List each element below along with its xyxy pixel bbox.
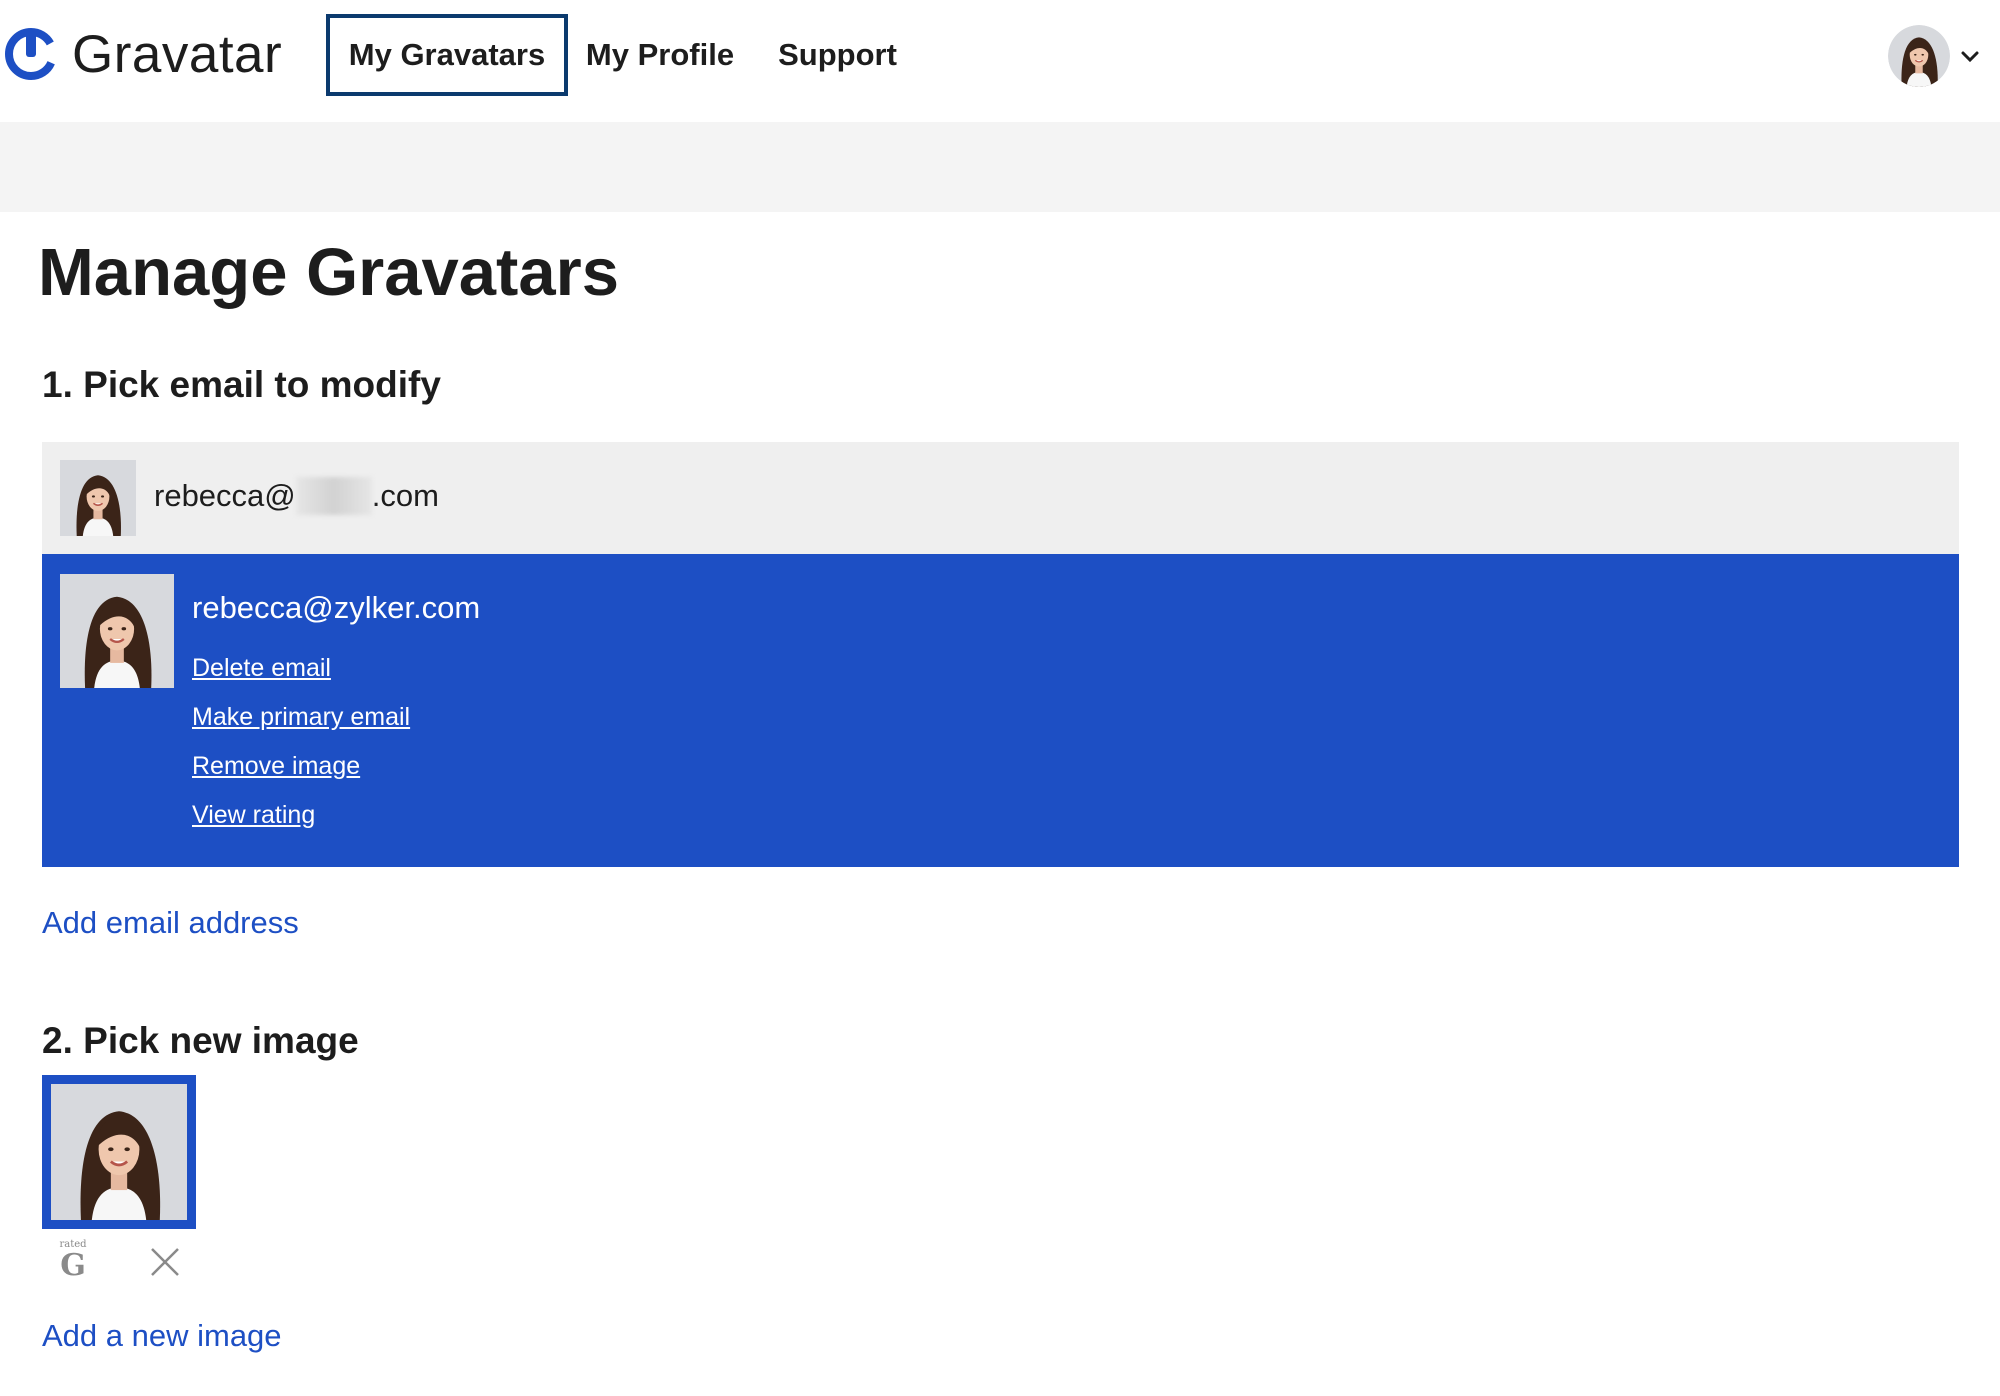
email-row[interactable]: rebecca@ .com <box>42 442 1959 554</box>
gravatar-logo[interactable]: Gravatar <box>4 24 282 84</box>
close-icon[interactable] <box>148 1245 182 1279</box>
nav-my-profile[interactable]: My Profile <box>580 14 740 96</box>
user-avatar <box>1888 25 1950 87</box>
header-spacer-band <box>0 122 2000 212</box>
delete-email-link[interactable]: Delete email <box>192 654 331 683</box>
gravatar-logo-icon <box>5 28 57 80</box>
view-rating-link[interactable]: View rating <box>192 801 315 830</box>
add-email-address-link[interactable]: Add email address <box>42 905 299 941</box>
nav-support[interactable]: Support <box>770 14 905 96</box>
add-new-image-link[interactable]: Add a new image <box>42 1318 282 1354</box>
email-address: rebecca@ .com <box>154 476 439 515</box>
email-address: rebecca@zylker.com <box>192 590 481 625</box>
section-pick-email-title: 1. Pick email to modify <box>42 364 441 405</box>
obscured-domain <box>295 476 372 515</box>
email-row-selected[interactable]: rebecca@zylker.com Delete email Make pri… <box>42 554 1959 867</box>
email-avatar-thumbnail <box>60 574 174 688</box>
chevron-down-icon <box>1961 51 1979 63</box>
remove-image-link[interactable]: Remove image <box>192 752 360 781</box>
email-avatar-thumbnail <box>60 460 136 536</box>
image-option-selected[interactable] <box>42 1075 196 1229</box>
nav-my-gravatars[interactable]: My Gravatars <box>326 14 568 96</box>
section-pick-image-title: 2. Pick new image <box>42 1020 359 1061</box>
app-name: Gravatar <box>72 24 283 84</box>
rating-g-icon[interactable]: rated G <box>58 1240 88 1282</box>
top-navigation-bar: Gravatar My Gravatars My Profile Support <box>0 0 2000 122</box>
user-menu[interactable] <box>1888 24 1982 88</box>
make-primary-email-link[interactable]: Make primary email <box>192 703 410 732</box>
page-title: Manage Gravatars <box>38 235 619 310</box>
gravatar-image <box>51 1084 187 1220</box>
